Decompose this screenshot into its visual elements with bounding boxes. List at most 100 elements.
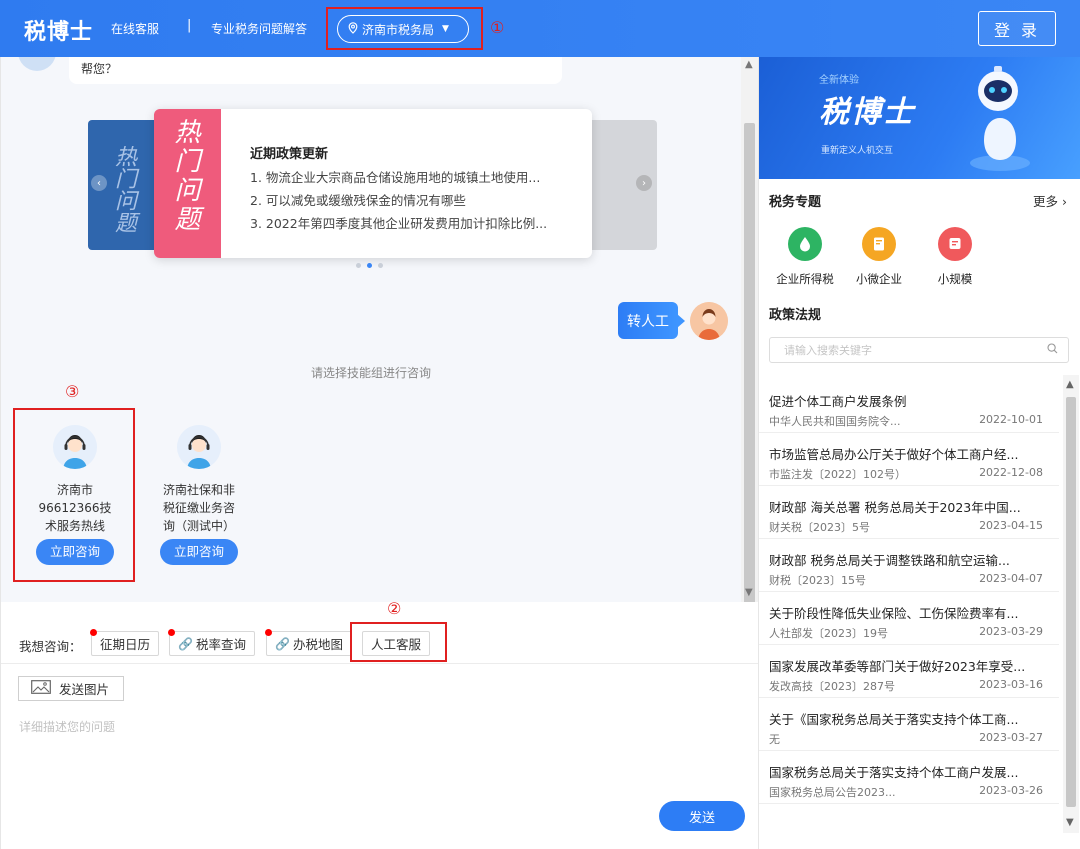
choose-skill-tip: 请选择技能组进行咨询 bbox=[310, 366, 431, 380]
chat-scrollbar[interactable]: ▲ ▼ bbox=[741, 57, 758, 602]
policy-laws-title: 政策法规 bbox=[769, 308, 822, 323]
policy-title[interactable]: 财政部 海关总署 税务总局关于2023年中国... bbox=[769, 497, 1049, 516]
policy-date: 2023-04-15 bbox=[979, 519, 1043, 532]
policy-date: 2023-03-27 bbox=[979, 731, 1043, 744]
policy-source: 财关税〔2023〕5号 bbox=[769, 521, 870, 534]
policy-search-input[interactable]: 请输入搜索关键字 bbox=[769, 337, 1069, 363]
badge-char: 题 bbox=[174, 205, 201, 235]
policy-row[interactable]: 关于《国家税务总局关于落实支持个体工商... 无 2023-03-27 bbox=[759, 703, 1059, 751]
link-icon: 🔗 bbox=[178, 636, 193, 651]
quick-button-label: 征期日历 bbox=[100, 637, 151, 652]
carousel-dot-active[interactable] bbox=[367, 263, 372, 268]
policy-row[interactable]: 促进个体工商户发展条例 中华人民共和国国务院令... 2022-10-01 bbox=[759, 385, 1059, 433]
scroll-down-icon[interactable]: ▼ bbox=[1066, 817, 1074, 828]
question-input[interactable]: 详细描述您的问题 bbox=[19, 718, 115, 735]
banner-subtitle: 重新定义人机交互 bbox=[821, 146, 894, 156]
agent-name-line: 询（测试中） bbox=[162, 519, 235, 533]
policy-source: 市监注发〔2022〕102号） bbox=[769, 468, 906, 481]
more-topics-link[interactable]: 更多 › bbox=[1033, 191, 1067, 210]
caret-down-icon: ▼ bbox=[442, 24, 449, 34]
carousel-dot[interactable] bbox=[378, 263, 383, 268]
chat-messages[interactable]: 帮您？ 热门问题 ‹ ？ › 热 门 问 题 近期政策更新 1. 物流企业大宗商… bbox=[1, 57, 759, 602]
policy-title[interactable]: 财政部 税务总局关于调整铁路和航空运输... bbox=[769, 550, 1049, 569]
policy-source: 无 bbox=[769, 733, 780, 746]
policy-scrollbar[interactable]: ▲ ▼ bbox=[1063, 375, 1079, 833]
annotation-marker-2: ② bbox=[387, 599, 402, 618]
quick-tax-rate-button[interactable]: 🔗 税率查询 bbox=[168, 629, 255, 656]
red-dot-icon bbox=[168, 629, 175, 636]
policy-date: 2023-04-07 bbox=[979, 572, 1043, 585]
scroll-up-icon[interactable]: ▲ bbox=[1066, 379, 1074, 390]
policy-title[interactable]: 关于《国家税务总局关于落实支持个体工商... bbox=[769, 709, 1049, 728]
policy-date: 2023-03-26 bbox=[979, 784, 1043, 797]
user-avatar bbox=[690, 302, 728, 340]
policy-row[interactable]: 财政部 海关总署 税务总局关于2023年中国... 财关税〔2023〕5号 20… bbox=[759, 491, 1059, 539]
scrollbar-thumb[interactable] bbox=[744, 123, 755, 602]
banner-tag: 全新体验 bbox=[819, 75, 859, 86]
topic-small-micro[interactable]: 小微企业 bbox=[849, 227, 909, 287]
search-icon[interactable] bbox=[1047, 343, 1058, 357]
topic-corporate-income-tax[interactable]: 企业所得税 bbox=[775, 227, 835, 287]
policy-list[interactable]: 促进个体工商户发展条例 中华人民共和国国务院令... 2022-10-01 市场… bbox=[759, 375, 1080, 849]
policy-title[interactable]: 国家发展改革委等部门关于做好2023年享受... bbox=[769, 656, 1049, 675]
promo-banner[interactable]: 全新体验 税博士 重新定义人机交互 bbox=[759, 57, 1080, 179]
policy-title[interactable]: 关于阶段性降低失业保险、工伤保险费率有... bbox=[769, 603, 1049, 622]
policy-row[interactable]: 国家发展改革委等部门关于做好2023年享受... 发改高技〔2023〕287号 … bbox=[759, 650, 1059, 698]
topic-small-scale[interactable]: 小规模 bbox=[925, 227, 985, 287]
right-sidebar: 全新体验 税博士 重新定义人机交互 税务专题 更多 › 企业所得税 小微企业 小… bbox=[758, 57, 1080, 849]
quick-button-label: 税率查询 bbox=[195, 637, 246, 652]
policy-date: 2022-10-01 bbox=[979, 413, 1043, 426]
location-pin-icon bbox=[348, 21, 358, 37]
annotation-box-3 bbox=[13, 408, 135, 582]
policy-item[interactable]: 1. 物流企业大宗商品仓储设施用地的城镇土地使用... bbox=[250, 167, 568, 186]
policy-item[interactable]: 3. 2022年第四季度其他企业研发费用加计扣除比例... bbox=[250, 213, 568, 232]
policy-source: 发改高技〔2023〕287号 bbox=[769, 680, 895, 693]
policy-title[interactable]: 国家税务总局关于落实支持个体工商户发展... bbox=[769, 762, 1049, 781]
chat-box-icon bbox=[938, 227, 972, 261]
app-logo[interactable]: 税博士 bbox=[24, 14, 93, 46]
policy-date: 2022-12-08 bbox=[979, 466, 1043, 479]
topic-label: 小微企业 bbox=[856, 272, 902, 286]
carousel-card-active: 热 门 问 题 近期政策更新 1. 物流企业大宗商品仓储设施用地的城镇土地使用.… bbox=[154, 109, 592, 258]
carousel-prev-icon[interactable]: ‹ bbox=[91, 175, 107, 191]
scroll-up-icon[interactable]: ▲ bbox=[745, 59, 753, 70]
login-button[interactable]: 登 录 bbox=[978, 11, 1056, 46]
send-image-button[interactable]: 发送图片 bbox=[18, 676, 124, 701]
policy-row[interactable]: 市场监管总局办公厅关于做好个体工商户经... 市监注发〔2022〕102号） 2… bbox=[759, 438, 1059, 486]
annotation-marker-3: ③ bbox=[65, 382, 80, 401]
bot-message-text: 帮您？ bbox=[81, 62, 118, 76]
nav-online-service[interactable]: 在线客服 bbox=[111, 20, 159, 37]
quick-tax-map-button[interactable]: 🔗 办税地图 bbox=[265, 629, 352, 656]
send-image-label: 发送图片 bbox=[59, 682, 110, 697]
more-label: 更多 bbox=[1033, 194, 1059, 209]
robot-icon bbox=[970, 66, 1030, 171]
red-dot-icon bbox=[90, 629, 97, 636]
quick-button-label: 办税地图 bbox=[292, 637, 343, 652]
consult-now-button[interactable]: 立即咨询 bbox=[160, 539, 238, 565]
policy-row[interactable]: 关于阶段性降低失业保险、工伤保险费率有... 人社部发〔2023〕19号 202… bbox=[759, 597, 1059, 645]
topic-label: 企业所得税 bbox=[776, 272, 834, 286]
policy-title[interactable]: 市场监管总局办公厅关于做好个体工商户经... bbox=[769, 444, 1049, 463]
policy-title[interactable]: 促进个体工商户发展条例 bbox=[769, 391, 1049, 410]
carousel-next-icon[interactable]: › bbox=[636, 175, 652, 191]
scroll-down-icon[interactable]: ▼ bbox=[745, 587, 753, 598]
policy-item[interactable]: 2. 可以减免或缓缴残保金的情况有哪些 bbox=[250, 190, 568, 209]
quick-tax-calendar-button[interactable]: 征期日历 bbox=[90, 629, 160, 656]
send-button[interactable]: 发送 bbox=[659, 801, 745, 831]
nav-pro-answers[interactable]: 专业税务问题解答 bbox=[211, 20, 307, 37]
carousel-dots bbox=[356, 263, 383, 268]
agent-name-line: 济南社保和非 bbox=[162, 483, 235, 497]
region-selector[interactable]: 济南市税务局 ▼ bbox=[337, 15, 469, 43]
user-message-bubble: 转人工 bbox=[618, 302, 685, 339]
region-label: 济南市税务局 bbox=[362, 22, 435, 37]
agent-card-jinan-social: 济南社保和非 税征缴业务咨 询（测试中） 立即咨询 bbox=[149, 425, 249, 565]
policy-source: 人社部发〔2023〕19号 bbox=[769, 627, 888, 640]
agent-name-line: 税征缴业务咨 bbox=[162, 501, 235, 515]
policy-date: 2023-03-29 bbox=[979, 625, 1043, 638]
carousel-dot[interactable] bbox=[356, 263, 361, 268]
image-icon bbox=[31, 680, 51, 697]
policy-row[interactable]: 国家税务总局关于落实支持个体工商户发展... 国家税务总局公告2023... 2… bbox=[759, 756, 1059, 804]
chevron-right-icon: › bbox=[1058, 194, 1067, 209]
scrollbar-thumb[interactable] bbox=[1066, 397, 1076, 807]
policy-row[interactable]: 财政部 税务总局关于调整铁路和航空运输... 财税〔2023〕15号 2023-… bbox=[759, 544, 1059, 592]
